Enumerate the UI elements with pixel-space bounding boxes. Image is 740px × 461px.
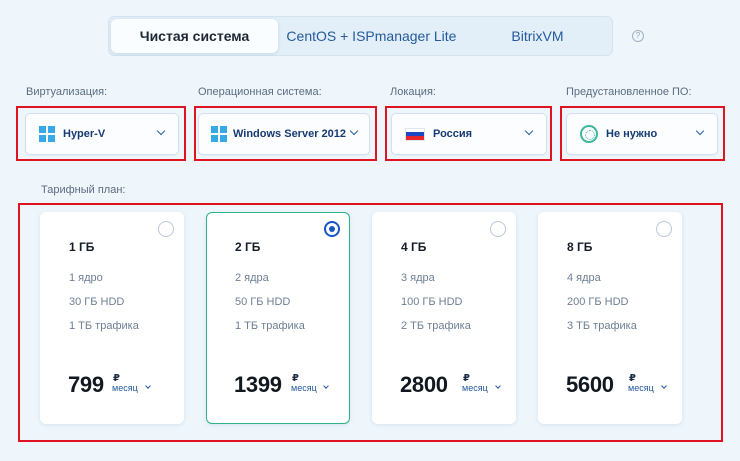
chevron-down-icon <box>524 126 534 136</box>
location-select[interactable]: Россия <box>391 113 547 155</box>
plan-radio-selected[interactable] <box>324 221 340 237</box>
chevron-down-icon <box>323 383 329 389</box>
plan-traffic: 1 ТБ трафика <box>235 320 305 332</box>
plan-radio[interactable] <box>490 221 506 237</box>
plan-cores: 1 ядро <box>69 272 103 284</box>
tab-clean-system[interactable]: Чистая система <box>111 19 278 53</box>
os-select[interactable]: Windows Server 2012 <box>198 113 370 155</box>
chevron-down-icon <box>695 126 705 136</box>
plan-ram: 8 ГБ <box>567 240 593 254</box>
plan-disk: 100 ГБ HDD <box>401 296 463 308</box>
software-select[interactable]: Не нужно <box>566 113 718 155</box>
os-value: Windows Server 2012 <box>233 128 347 140</box>
chevron-down-icon <box>156 126 166 136</box>
plan-period[interactable]: месяц <box>462 383 488 393</box>
tab-centos-ispmanager[interactable]: CentOS + ISPmanager Lite <box>280 17 463 55</box>
plan-period[interactable]: месяц <box>291 383 317 393</box>
plan-disk: 200 ГБ HDD <box>567 296 629 308</box>
plan-period[interactable]: месяц <box>112 383 138 393</box>
plan-price: 1399 <box>234 372 282 397</box>
plan-cores: 3 ядра <box>401 272 435 284</box>
windows-logo-icon <box>39 126 55 142</box>
tab-bar: Чистая система CentOS + ISPmanager Lite … <box>108 16 613 56</box>
virtualization-select[interactable]: Hyper-V <box>25 113 179 155</box>
plan-traffic: 1 ТБ трафика <box>69 320 139 332</box>
plan-disk: 30 ГБ HDD <box>69 296 125 308</box>
location-label: Локация: <box>390 86 436 98</box>
plan-disk: 50 ГБ HDD <box>235 296 291 308</box>
chevron-down-icon <box>661 383 667 389</box>
plan-ram: 1 ГБ <box>69 240 95 254</box>
plan-ram: 2 ГБ <box>235 240 261 254</box>
plan-price: 5600 <box>566 372 614 397</box>
plan-radio[interactable] <box>656 221 672 237</box>
none-icon <box>580 125 598 143</box>
chevron-down-icon <box>349 126 359 136</box>
chevron-down-icon <box>145 383 151 389</box>
plan-cores: 4 ядра <box>567 272 601 284</box>
os-label: Операционная система: <box>198 86 322 98</box>
plan-cores: 2 ядра <box>235 272 269 284</box>
windows-logo-icon <box>211 126 227 142</box>
plan-ram: 4 ГБ <box>401 240 427 254</box>
plan-period[interactable]: месяц <box>628 383 654 393</box>
software-label: Предустановленное ПО: <box>566 86 692 98</box>
plan-traffic: 2 ТБ трафика <box>401 320 471 332</box>
plan-radio[interactable] <box>158 221 174 237</box>
virtualization-label: Виртуализация: <box>26 86 108 98</box>
location-value: Россия <box>433 128 473 140</box>
virtualization-value: Hyper-V <box>63 128 106 140</box>
plan-card-4gb[interactable]: 4 ГБ 3 ядра 100 ГБ HDD 2 ТБ трафика 2800… <box>372 212 516 424</box>
software-value: Не нужно <box>606 128 658 140</box>
tab-bitrixvm[interactable]: BitrixVM <box>463 17 612 55</box>
plan-card-1gb[interactable]: 1 ГБ 1 ядро 30 ГБ HDD 1 ТБ трафика 799 ₽… <box>40 212 184 424</box>
plan-traffic: 3 ТБ трафика <box>567 320 637 332</box>
plan-card-8gb[interactable]: 8 ГБ 4 ядра 200 ГБ HDD 3 ТБ трафика 5600… <box>538 212 682 424</box>
help-icon[interactable]: ? <box>632 30 644 42</box>
chevron-down-icon <box>495 383 501 389</box>
plan-card-2gb[interactable]: 2 ГБ 2 ядра 50 ГБ HDD 1 ТБ трафика 1399 … <box>206 212 350 424</box>
plans-label: Тарифный план: <box>41 184 126 196</box>
russia-flag-icon <box>405 127 425 141</box>
plan-price: 2800 <box>400 372 448 397</box>
plan-price: 799 <box>68 372 104 397</box>
